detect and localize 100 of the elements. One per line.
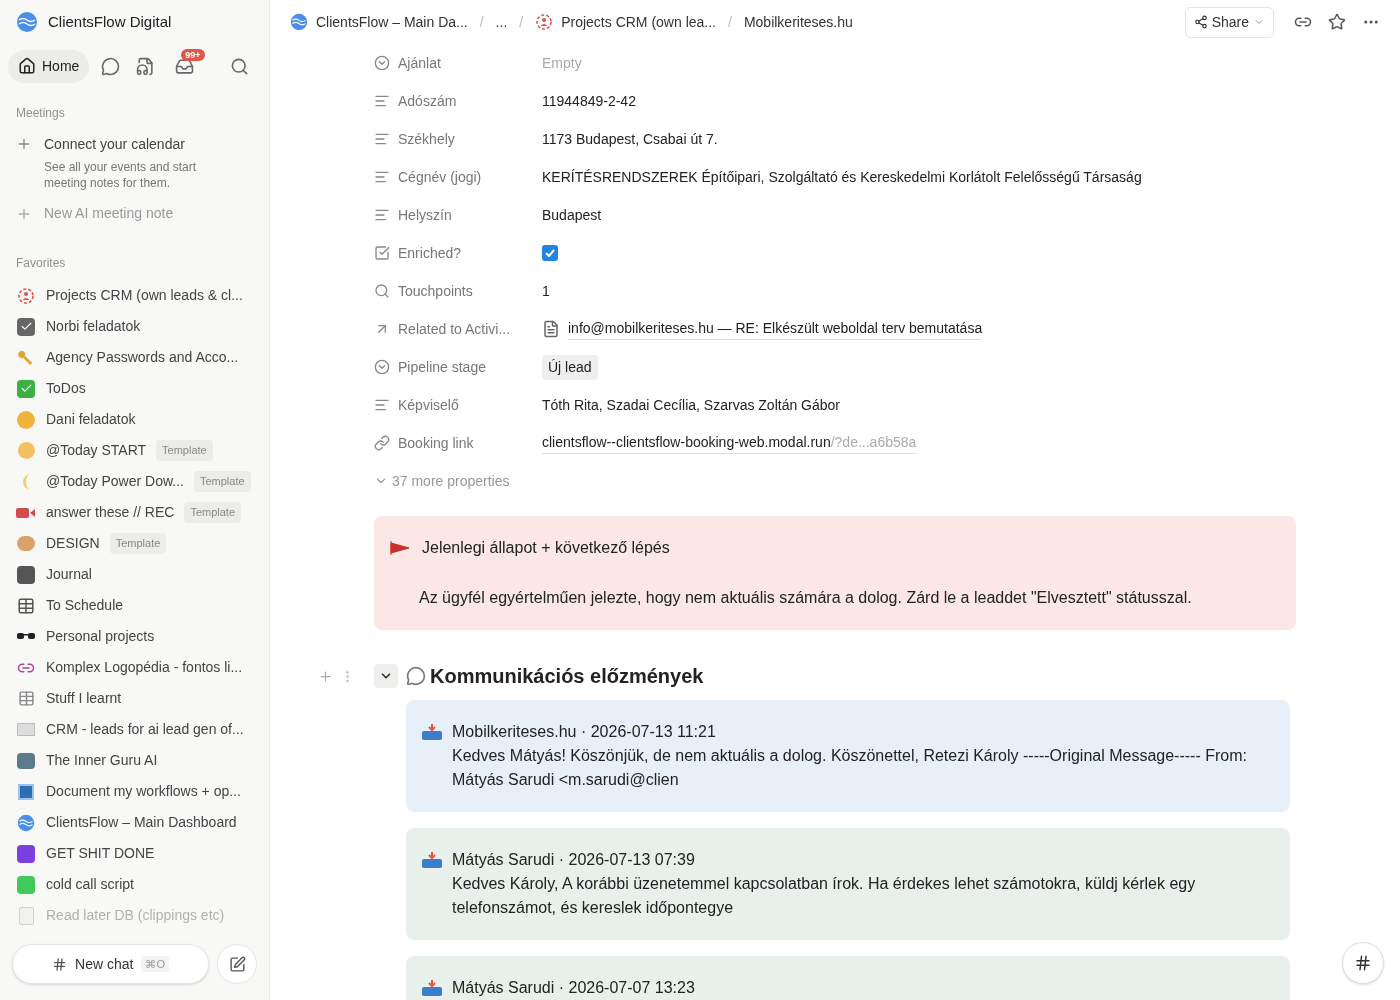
- table-icon: [17, 690, 35, 707]
- shortcut-hint: ⌘O: [141, 955, 169, 973]
- select-icon: [374, 55, 390, 71]
- search-icon[interactable]: [230, 56, 249, 76]
- message-card[interactable]: Mátyás Sarudi · 2026-07-07 13:23: [406, 956, 1290, 1000]
- home-button[interactable]: Home: [8, 49, 90, 83]
- document-icon: [18, 906, 34, 925]
- callout-title: Jelenlegi állapot + következő lépés: [422, 538, 670, 558]
- moon-icon: [21, 473, 31, 490]
- favorite-item[interactable]: Agency Passwords and Acco...: [8, 342, 261, 373]
- property-value[interactable]: Budapest: [542, 204, 602, 226]
- section-heading: Meetings: [15, 105, 66, 122]
- favorite-item[interactable]: GET SHIT DONE: [8, 838, 261, 869]
- text-lines-icon: [374, 93, 390, 109]
- property-value[interactable]: 11944849-2-42: [542, 90, 636, 112]
- breadcrumb[interactable]: Mobilkeriteses.hu: [743, 11, 853, 33]
- breadcrumb[interactable]: ...: [495, 11, 508, 33]
- checkbox[interactable]: [542, 245, 558, 261]
- template-badge: Template: [193, 471, 251, 492]
- message-card[interactable]: Mobilkeriteses.hu · 2026-07-13 11:21 Kedves Mátyás! Köszönjük, de nem aktuális a dolog. Köszönettel, Retezi Károly -----Original Message----- From: Mátyás Sarudi <m.sarudi@clien: [406, 700, 1290, 812]
- property-name[interactable]: Ajánlat: [398, 52, 441, 74]
- video-camera-icon: [16, 505, 36, 520]
- chat-icon[interactable]: [101, 56, 121, 76]
- message-body: Kedves Károly, A korábbi üzenetemmel kapcsolatban írok. Ha érdekes lehet számotokra, küldj kérlek egy telefonszámot, és kereslek időpontegye: [452, 874, 1197, 918]
- search-icon: [374, 283, 390, 299]
- star-icon[interactable]: [1328, 13, 1346, 31]
- new-chat-button[interactable]: New chat ⌘O: [12, 944, 209, 984]
- message-card[interactable]: Mátyás Sarudi · 2026-07-13 07:39 Kedves Károly, A korábbi üzenetemmel kapcsolatban írok. Ha érdekes lehet számotokra, küldj kérlek egy telefonszámot, és kereslek időpontegye: [406, 828, 1290, 940]
- property-name[interactable]: Booking link: [398, 432, 474, 454]
- text-lines-icon: [374, 131, 390, 147]
- select-icon: [374, 359, 390, 375]
- favorite-item[interactable]: Document my workflows + op...: [8, 776, 261, 807]
- favorite-item[interactable]: The Inner Guru AI: [8, 745, 261, 776]
- property-name[interactable]: Adószám: [398, 90, 457, 112]
- logo-icon: [17, 813, 35, 832]
- speech-bubble-icon: [406, 666, 426, 686]
- property-name[interactable]: Pipeline stage: [398, 356, 486, 378]
- inbox-tray-icon: [422, 852, 442, 868]
- favorite-item[interactable]: Norbi feladatok: [8, 311, 261, 342]
- link-icon: [374, 435, 390, 451]
- text-lines-icon: [374, 397, 390, 413]
- connect-calendar-link[interactable]: Connect your calendar: [44, 134, 214, 155]
- text-lines-icon: [374, 169, 390, 185]
- favorite-item[interactable]: Projects CRM (own leads & cl...: [8, 280, 261, 311]
- compose-button[interactable]: [217, 944, 257, 984]
- meeting-notes-icon[interactable]: [136, 56, 156, 76]
- favorite-item[interactable]: Stuff I learnt: [8, 683, 261, 714]
- breadcrumb[interactable]: ClientsFlow – Main Da...: [316, 11, 468, 33]
- property-value[interactable]: 1: [542, 280, 550, 302]
- relation-link[interactable]: info@mobilkeriteses.hu — RE: Elkészült weboldal terv bemutatása: [568, 318, 983, 340]
- favorite-item[interactable]: @Today START Template: [8, 435, 261, 466]
- template-badge: Template: [184, 502, 242, 523]
- property-name[interactable]: Székhely: [398, 128, 455, 150]
- template-badge: Template: [156, 440, 213, 461]
- favorite-item[interactable]: ClientsFlow – Main Dashboard: [8, 807, 261, 838]
- status-tag[interactable]: Új lead: [542, 354, 598, 380]
- logo-icon: [290, 13, 308, 31]
- property-value[interactable]: Tóth Rita, Szadai Cecília, Szarvas Zoltán Gábor: [542, 394, 841, 416]
- inbox-icon[interactable]: [175, 56, 195, 76]
- favorite-item[interactable]: Journal: [8, 559, 261, 590]
- plus-icon: [16, 136, 32, 152]
- favorite-item[interactable]: CRM - leads for ai lead gen of...: [8, 714, 261, 745]
- toggle-button[interactable]: [374, 664, 398, 688]
- breadcrumb[interactable]: Projects CRM (own lea...: [561, 11, 716, 33]
- inbox-tray-icon: [422, 980, 442, 996]
- property-name[interactable]: Képviselő: [398, 394, 459, 416]
- breadcrumb-separator: /: [728, 12, 732, 32]
- inbox-tray-icon: [422, 724, 442, 740]
- target-icon: [535, 13, 554, 31]
- property-value[interactable]: KERÍTÉSRENDSZEREK Építőipari, Szolgáltató és Kereskedelmi Korlátolt Felelősségű Társaság: [542, 166, 1142, 188]
- target-icon: [17, 286, 35, 305]
- message-header: Mobilkeriteses.hu · 2026-07-13 11:21: [452, 722, 717, 742]
- share-button[interactable]: Share: [1184, 6, 1274, 38]
- property-name[interactable]: Touchpoints: [398, 280, 473, 302]
- favorite-item[interactable]: answer these // REC Template: [8, 497, 261, 528]
- favorite-item[interactable]: cold call script: [8, 869, 261, 900]
- text-lines-icon: [374, 207, 390, 223]
- favorite-item[interactable]: Dani feladatok: [8, 404, 261, 435]
- favorite-item[interactable]: Personal projects: [8, 621, 261, 652]
- flag-icon: [390, 541, 410, 555]
- property-name[interactable]: Enriched?: [398, 242, 462, 264]
- property-name[interactable]: Cégnév (jogi): [398, 166, 482, 188]
- breadcrumb-separator: /: [479, 12, 484, 32]
- url-link[interactable]: clientsflow--clientsflow-booking-web.modal.run/?de...a6b58a: [542, 432, 917, 454]
- ai-assistant-button[interactable]: [1342, 942, 1384, 984]
- checkbox-icon: [374, 245, 390, 261]
- property-name[interactable]: Related to Activi...: [398, 318, 511, 340]
- workspace-name[interactable]: ClientsFlow Digital: [48, 10, 172, 34]
- favorite-item[interactable]: DESIGN Template: [8, 528, 261, 559]
- favorite-item[interactable]: Komplex Logopédia - fontos li...: [8, 652, 261, 683]
- checkbox-icon: [17, 317, 35, 336]
- breadcrumb-separator: /: [519, 12, 524, 32]
- property-value[interactable]: 1173 Budapest, Csabai út 7.: [542, 128, 718, 150]
- template-badge: Template: [109, 533, 167, 554]
- section-title: Kommunikációs előzmények: [430, 664, 704, 689]
- message-header: Mátyás Sarudi · 2026-07-07 13:23: [452, 978, 695, 998]
- favorite-item[interactable]: To Schedule: [8, 590, 261, 621]
- favorite-item[interactable]: @Today Power Dow... Template: [8, 466, 261, 497]
- property-name[interactable]: Helyszín: [398, 204, 452, 226]
- favorite-item[interactable]: ToDos: [8, 373, 261, 404]
